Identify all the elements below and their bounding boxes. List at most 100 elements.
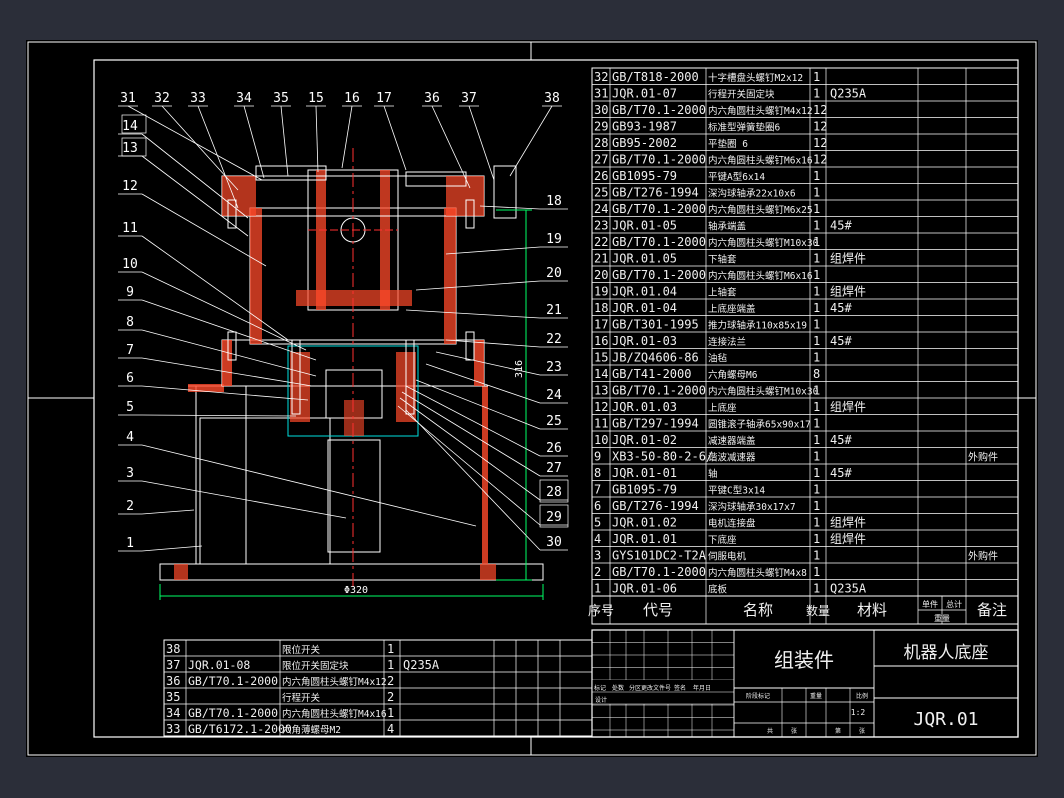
bom-code: JQR.01-02 [612,433,677,447]
left-row-name: 六角薄螺母M2 [282,724,341,736]
bom-name: 上轴套 [708,287,737,299]
balloon-26: 26 [546,441,562,456]
bom-qty: 1 [813,565,820,579]
bom-row: 16 JQR.01-03 连接法兰 1 45# [594,334,852,348]
bom-qty: 1 [813,301,820,315]
bom-code: JQR.01-07 [612,87,677,101]
base-plate-hatch-right [480,564,496,580]
left-row-name: 行程开关 [282,692,321,704]
bom-row: 20 GB/T70.1-2000 内六角圆柱头螺钉M6x16 1 [594,268,820,282]
bom-no: 6 [594,499,601,513]
bom-no: 18 [594,301,608,315]
bom-qty: 1 [813,532,820,546]
leader-10 [141,271,307,351]
bom-name: 深沟球轴承30x17x7 [708,501,796,513]
bom-qty: 1 [813,351,820,365]
bom-qty: 1 [813,384,820,398]
bom-code: GB1095-79 [612,169,677,183]
bom-no: 28 [594,136,608,150]
bom-code: GB93-1987 [612,120,677,134]
bom-code: GB/T70.1-2000 [612,103,706,117]
bom-code: GB/T70.1-2000 [612,235,706,249]
balloon-3: 3 [126,466,134,481]
bom-qty: 1 [813,466,820,480]
balloon-15: 15 [308,91,324,106]
left-row-no: 36 [166,674,180,688]
balloon-28: 28 [546,485,562,500]
balloon-24: 24 [546,388,562,403]
leader-16 [341,105,353,169]
bom-code: GB/T70.1-2000 [612,153,706,167]
bom-no: 16 [594,334,608,348]
bom-name: 电机连接盘 [708,518,756,530]
bom-row: 7 GB1095-79 平键C型3x14 1 [594,483,820,497]
bom-code: GB/T301-1995 [612,318,699,332]
bom-row: 2 GB/T70.1-2000 内六角圆柱头螺钉M4x8 1 [594,565,820,579]
cad-viewport[interactable]: Φ320 316 31 32 33 34 35 15 16 17 36 37 38 14 13 12 11 1… [0,0,1064,798]
bom-row: 15 JB/ZQ4606-86 油毡 1 [594,351,820,365]
upper-base-wall-r [444,208,456,344]
balloon-8: 8 [126,315,134,330]
tb-stage-label: 阶段标记 [746,692,770,700]
bom-note: 外购件 [968,451,998,464]
bom-name: 标准型弹簧垫圈6 [708,122,781,134]
upper-base-wall-l [250,208,262,344]
leader-33 [197,105,239,209]
bom-no: 20 [594,268,608,282]
bom-row: 13 GB/T70.1-2000 内六角圆柱头螺钉M10x301 [594,384,820,398]
bom-material: 组焊件 [830,284,866,299]
bom-code: JQR.01.02 [612,516,677,530]
balloon-22: 22 [546,332,562,347]
bom-no: 4 [594,532,601,546]
bom-no: 15 [594,351,608,365]
balloon-19: 19 [546,232,562,247]
leader-27 [401,391,541,477]
bom-name: 油毡 [708,353,728,365]
middle-flange-hatch-l [222,340,232,386]
bom-qty: 1 [813,285,820,299]
left-row-qty: 1 [387,658,394,672]
lower-base-flange-left [188,384,224,392]
bom-material: Q235A [830,582,867,596]
bom-qty: 1 [813,483,820,497]
bom-name: 减速器端盖 [708,435,756,447]
balloon-1: 1 [126,536,134,551]
balloon-35: 35 [273,91,289,106]
bom-name: 行程开关固定块 [708,89,775,101]
upper-sleeve-hatch-l [316,170,326,310]
bom-row: 17 GB/T301-1995 推力球轴承110x85x19 1 [594,318,820,332]
bom-header-no: 序号 [588,604,614,619]
balloon-29: 29 [546,510,562,525]
bom-material: 组焊件 [830,531,866,546]
balloon-7: 7 [126,343,134,358]
bom-material: 组焊件 [830,399,866,414]
balloon-6: 6 [126,371,134,386]
left-row-qty: 4 [387,722,394,736]
balloon-17: 17 [376,91,392,106]
leader-34 [243,105,265,179]
balloon-5: 5 [126,400,134,415]
bom-qty: 1 [813,582,820,596]
left-row-code: JQR.01-08 [188,658,250,672]
bom-name: 伺服电机 [708,551,747,563]
left-table-row: 37 JQR.01-08 限位开关固定块 1 Q235A [166,658,440,672]
motor-housing-left [195,385,247,565]
leader-4 [141,444,477,527]
balloon-12: 12 [122,179,138,194]
limit-switch-block [255,165,327,181]
leader-28 [399,397,541,501]
bom-qty: 1 [813,450,820,464]
tb-mark-label: 年月日 [693,684,711,692]
bom-row: 4 JQR.01.01 下底座 1 组焊件 [594,531,866,546]
bom-qty: 1 [813,549,820,563]
left-row-no: 37 [166,658,180,672]
bom-qty: 12 [813,153,827,167]
bom-material: Q235A [830,87,867,101]
left-row-no: 38 [166,642,180,656]
bom-name: 内六角圆柱头螺钉M6x25 [708,204,813,216]
bill-of-materials: 32 GB/T818-2000 十字槽盘头螺钉M2x12 131 JQR.01-07 行程… [591,67,1019,597]
drawing-sheet[interactable]: Φ320 316 31 32 33 34 35 15 16 17 36 37 38 14 13 12 11 1… [26,40,1038,757]
bom-qty: 1 [813,516,820,530]
bom-no: 23 [594,219,608,233]
bom-name: 上底座 [708,402,737,414]
